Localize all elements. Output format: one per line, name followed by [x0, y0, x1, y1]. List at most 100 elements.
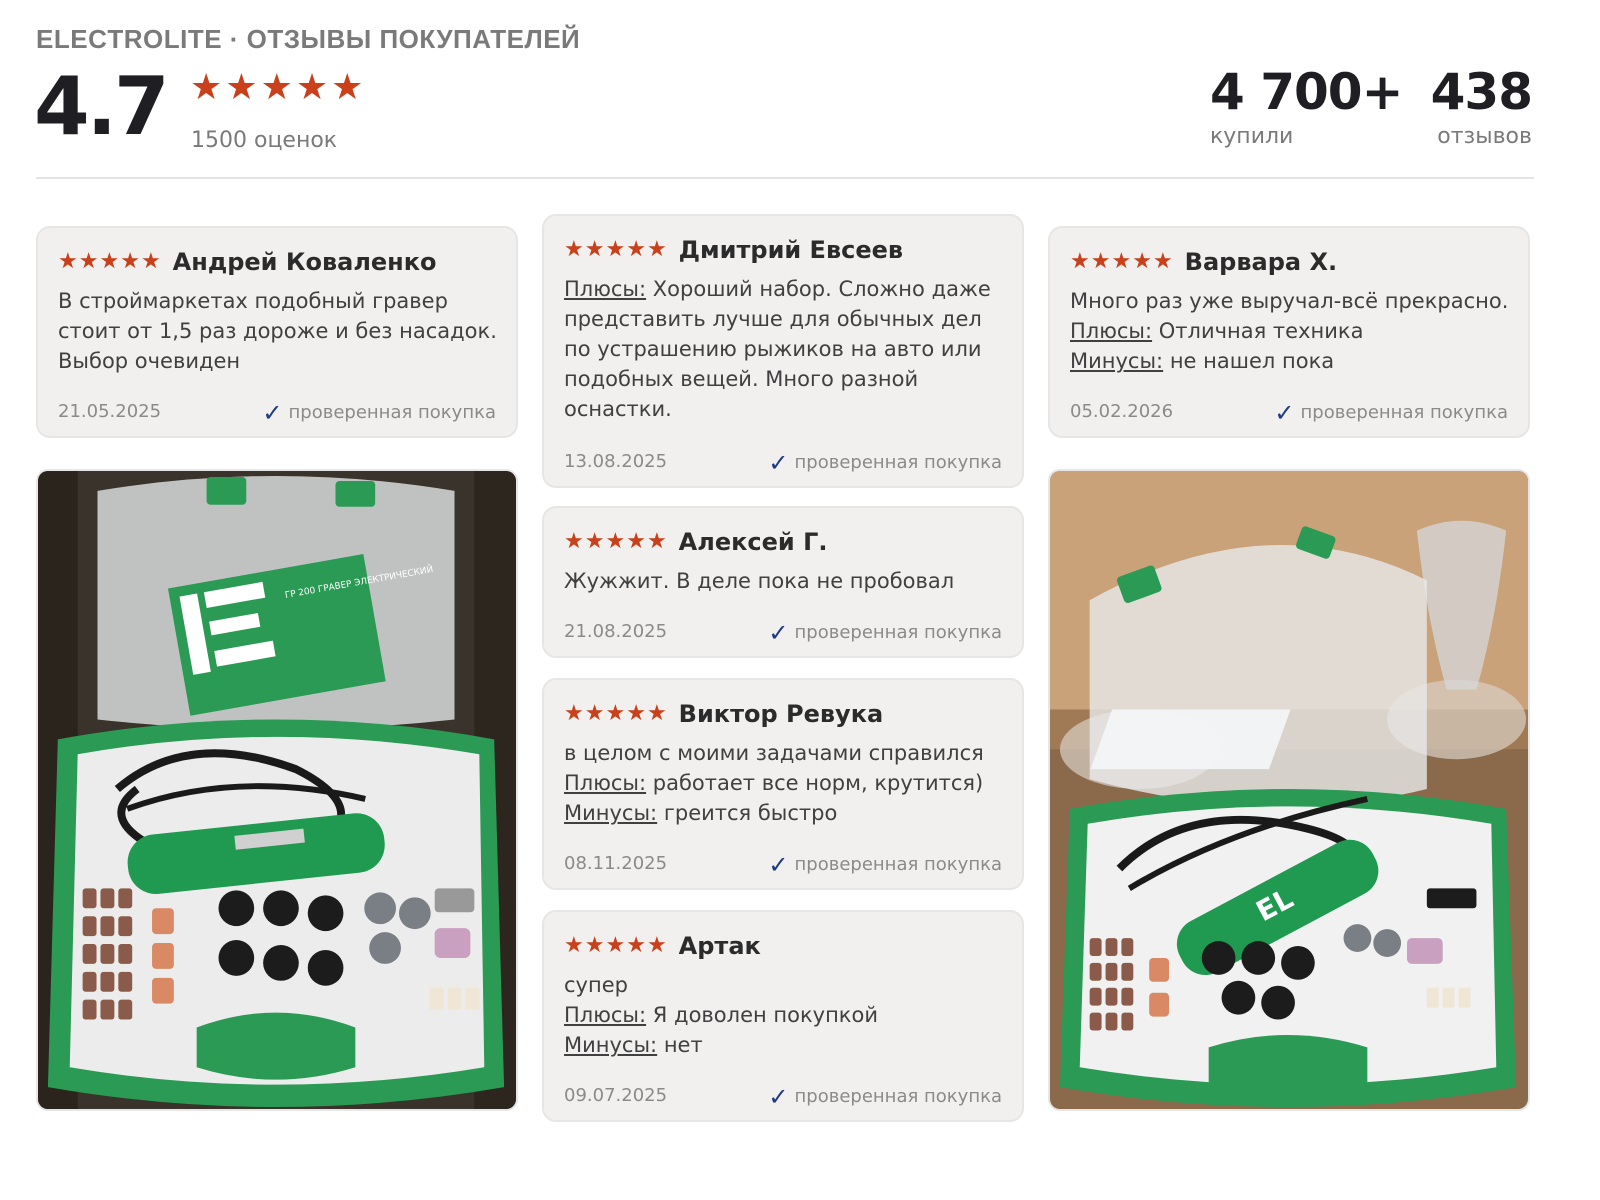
review-card: ★ ★ ★ ★ ★ Андрей Коваленко В строймаркетах п… [36, 226, 518, 438]
review-stars: ★ ★ ★ ★ ★ [58, 251, 161, 273]
review-text: В строймаркетах подобный гравер стоит от… [58, 289, 497, 373]
star-icon: ★ [260, 67, 293, 108]
star-icon: ★ [605, 529, 626, 554]
star-icon: ★ [225, 67, 258, 108]
review-author: Виктор Ревука [678, 700, 884, 728]
star-icon: ★ [120, 249, 140, 274]
star-icon: ★ [564, 237, 584, 262]
star-icon: ★ [584, 237, 605, 262]
star-icon: ★ [99, 249, 120, 274]
star-icon: ★ [190, 67, 223, 108]
review-header: ★ ★ ★ ★ ★ Артак [564, 932, 761, 960]
star-icon: ★ [584, 933, 605, 958]
rating-count: 1500 оценок [191, 128, 338, 153]
plus-text: работает все норм, крутится) [652, 771, 984, 795]
review-body: В строймаркетах подобный гравер стоит от… [58, 286, 500, 376]
star-icon: ★ [646, 933, 667, 958]
review-author: Алексей Г. [678, 528, 828, 556]
review-author: Дмитрий Евсеев [678, 236, 904, 264]
review-card: ★ ★ ★ ★ ★ Дмитрий Евсеев Плюсы: Хороший набо… [542, 214, 1024, 488]
star-icon: ★ [605, 933, 626, 958]
verified-purchase: ✓ проверенная покупка [262, 401, 496, 425]
review-author: Артак [678, 932, 761, 960]
reviews-value: 438 [1430, 63, 1533, 121]
review-card: ★ ★ ★ ★ ★ Варвара Х. Много раз уже выручал-в… [1048, 226, 1530, 438]
star-icon: ★ [331, 67, 364, 108]
star-icon: ★ [295, 67, 329, 108]
plus-text: Отличная техника [1158, 319, 1364, 343]
review-photo-left[interactable]: ГР 200 ГРАВЕР ЭЛЕКТРИЧЕСКИЙ [36, 469, 518, 1111]
minus-text: греится быстро [663, 801, 838, 825]
star-icon: ★ [605, 237, 626, 262]
review-stars: ★ ★ ★ ★ ★ [564, 703, 667, 725]
star-icon: ★ [1090, 249, 1111, 274]
check-icon: ✓ [768, 850, 789, 879]
review-minus: Минусы: греится быстро [564, 798, 1006, 828]
plus-label: Плюсы: [564, 277, 647, 301]
plus-text: Я доволен покупкой [652, 1003, 878, 1027]
engraver-kit-photo: ГР 200 ГРАВЕР ЭЛЕКТРИЧЕСКИЙ [38, 471, 516, 1109]
verified-purchase: ✓ проверенная покупка [768, 850, 1002, 879]
star-icon: ★ [626, 237, 646, 262]
bought-value: 4 700+ [1210, 63, 1403, 121]
star-icon: ★ [564, 529, 584, 554]
star-icon: ★ [584, 529, 605, 554]
reviews-stat: 438 отзывов [1430, 62, 1533, 149]
review-date: 09.07.2025 [564, 1085, 668, 1106]
review-date: 05.02.2026 [1070, 401, 1174, 422]
review-date: 08.11.2025 [564, 853, 668, 874]
review-date: 21.08.2025 [564, 621, 668, 642]
star-icon: ★ [564, 933, 584, 958]
verified-label: проверенная покупка [794, 854, 1002, 875]
plus-label: Плюсы: [1070, 319, 1153, 343]
star-icon: ★ [646, 529, 667, 554]
verified-label: проверенная покупка [794, 622, 1002, 643]
bought-label: купили [1210, 124, 1294, 149]
verified-purchase: ✓ проверенная покупка [1274, 401, 1508, 425]
bought-stat: 4 700+ купили [1210, 62, 1403, 149]
star-icon: ★ [626, 933, 646, 958]
minus-label: Минусы: [564, 801, 658, 825]
review-header: ★ ★ ★ ★ ★ Алексей Г. [564, 528, 827, 556]
review-stars: ★ ★ ★ ★ ★ [564, 239, 667, 261]
review-plus: Плюсы: работает все норм, крутится) [564, 768, 1006, 798]
review-text: Жужжит. В деле пока не пробовал [564, 569, 955, 593]
verified-label: проверенная покупка [794, 452, 1002, 473]
star-icon: ★ [626, 529, 646, 554]
review-body: Плюсы: Хороший набор. Сложно даже предст… [564, 274, 1006, 424]
review-header: ★ ★ ★ ★ ★ Андрей Коваленко [58, 248, 437, 276]
check-icon: ✓ [768, 1082, 789, 1111]
review-header: ★ ★ ★ ★ ★ Варвара Х. [1070, 248, 1337, 276]
star-icon: ★ [1132, 249, 1152, 274]
star-icon: ★ [564, 701, 584, 726]
review-card: ★ ★ ★ ★ ★ Виктор Ревука в целом с моими зада… [542, 678, 1024, 890]
review-stars: ★ ★ ★ ★ ★ [564, 935, 667, 957]
plus-label: Плюсы: [564, 1003, 647, 1027]
review-photo-right[interactable]: EL [1048, 469, 1530, 1111]
review-stars: ★ ★ ★ ★ ★ [1070, 251, 1173, 273]
header-divider [36, 177, 1534, 179]
minus-label: Минусы: [1070, 349, 1164, 373]
review-body: Жужжит. В деле пока не пробовал [564, 566, 1006, 596]
star-icon: ★ [584, 701, 605, 726]
review-author: Варвара Х. [1184, 248, 1338, 276]
verified-label: проверенная покупка [288, 402, 496, 423]
brand-title: ELECTROLITE · ОТЗЫВЫ ПОКУПАТЕЛЕЙ [36, 24, 581, 54]
review-text: Много раз уже выручал-всё прекрасно. [1070, 289, 1509, 313]
review-card: ★ ★ ★ ★ ★ Артак супер Плюсы: Я доволен покуп… [542, 910, 1024, 1122]
review-body: в целом с моими задачами справился Плюсы… [564, 738, 1006, 828]
star-icon: ★ [646, 237, 667, 262]
plus-label: Плюсы: [564, 771, 647, 795]
review-text: супер [564, 973, 628, 997]
star-icon: ★ [140, 249, 161, 274]
minus-text: нет [663, 1033, 703, 1057]
star-icon: ★ [1111, 249, 1132, 274]
review-date: 13.08.2025 [564, 451, 668, 472]
review-minus: Минусы: нет [564, 1030, 1006, 1060]
review-body: Много раз уже выручал-всё прекрасно. Плю… [1070, 286, 1512, 376]
star-icon: ★ [626, 701, 646, 726]
review-stars: ★ ★ ★ ★ ★ [564, 531, 667, 553]
review-plus: Плюсы: Отличная техника [1070, 316, 1512, 346]
star-icon: ★ [78, 249, 99, 274]
rating-stars: ★ ★ ★ ★ ★ [190, 70, 363, 106]
